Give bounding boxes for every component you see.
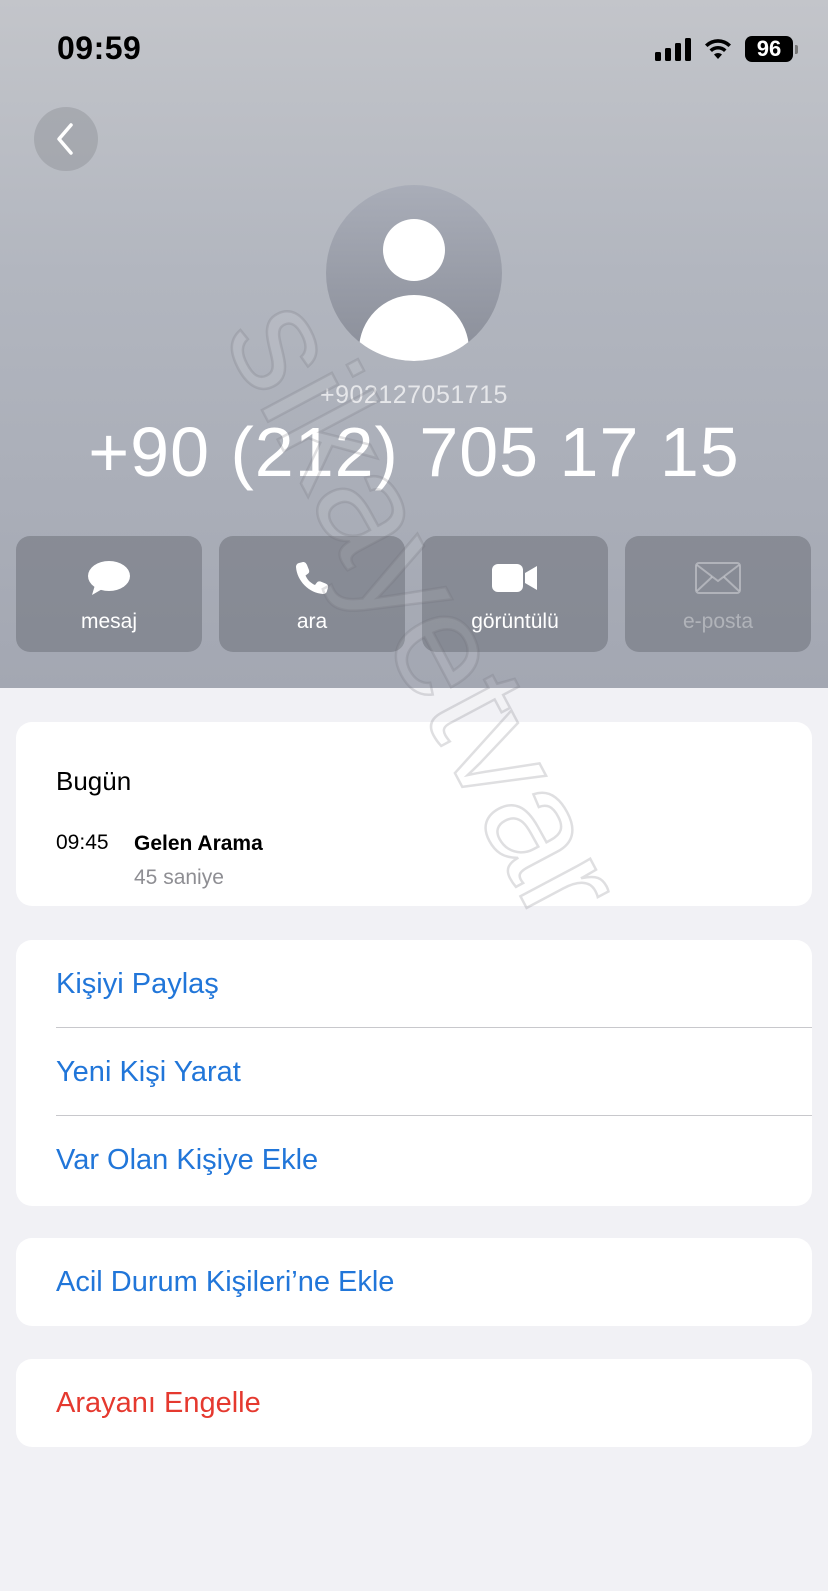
block-caller-card: Arayanı Engelle: [16, 1359, 812, 1447]
formatted-phone-number: +90 (212) 705 17 15: [88, 413, 740, 491]
quick-actions: mesaj ara görüntülü e-posta: [16, 536, 812, 652]
avatar: [326, 185, 502, 361]
add-to-emergency-contacts-button[interactable]: Acil Durum Kişileri’ne Ekle: [16, 1238, 812, 1326]
battery-level: 96: [745, 36, 793, 62]
call-time: 09:45: [56, 831, 109, 854]
battery-icon: 96: [745, 36, 798, 62]
wifi-icon: [705, 39, 731, 59]
email-button-label: e-posta: [682, 610, 754, 633]
call-history-date: Bugün: [56, 766, 132, 796]
emergency-contacts-card: Acil Durum Kişileri’ne Ekle: [16, 1238, 812, 1326]
message-button-label: mesaj: [80, 610, 138, 633]
avatar-head: [383, 219, 445, 281]
status-icons: 96: [655, 36, 798, 62]
block-caller-button[interactable]: Arayanı Engelle: [16, 1359, 812, 1447]
raw-phone-number: +902127051715: [320, 381, 508, 409]
signal-icon: [655, 37, 691, 61]
message-bubble-icon: [88, 561, 130, 595]
create-new-contact-button[interactable]: Yeni Kişi Yarat: [16, 1028, 812, 1116]
video-call-button-label: görüntülü: [471, 610, 559, 633]
message-button[interactable]: mesaj: [16, 536, 202, 652]
status-time: 09:59: [57, 30, 142, 66]
envelope-icon: [695, 562, 741, 594]
call-button[interactable]: ara: [219, 536, 405, 652]
call-button-label: ara: [296, 610, 328, 633]
call-history-card: Bugün 09:45 Gelen Arama 45 saniye: [16, 722, 812, 906]
avatar-body: [359, 295, 469, 361]
call-duration: 45 saniye: [134, 866, 224, 889]
share-contact-button[interactable]: Kişiyi Paylaş: [16, 940, 812, 1028]
video-call-button[interactable]: görüntülü: [422, 536, 608, 652]
call-type: Gelen Arama: [134, 832, 263, 855]
contact-header: 09:59 96 +902127051715 +90 (212) 705 17 …: [0, 0, 828, 688]
chevron-left-icon: [57, 123, 73, 155]
back-button[interactable]: [34, 107, 98, 171]
status-bar: 09:59 96: [0, 0, 828, 100]
contact-options-card: Kişiyi Paylaş Yeni Kişi Yarat Var Olan K…: [16, 940, 812, 1206]
phone-icon: [296, 562, 329, 594]
add-to-existing-contact-button[interactable]: Var Olan Kişiye Ekle: [16, 1116, 812, 1204]
video-camera-icon: [492, 564, 537, 592]
email-button[interactable]: e-posta: [625, 536, 811, 652]
